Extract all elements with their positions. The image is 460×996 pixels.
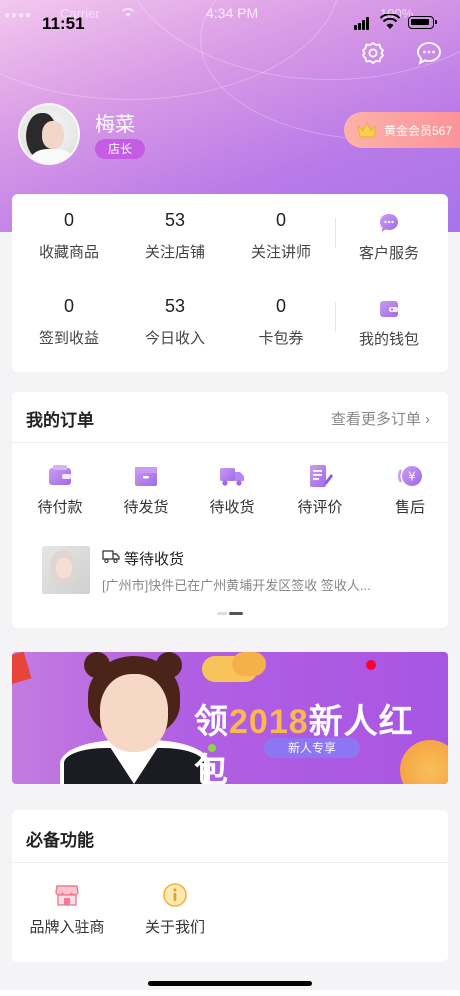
stat-label: 关注店铺 <box>144 244 205 261</box>
tracking-product-thumbnail[interactable] <box>42 546 90 594</box>
stat-label: 卡包券 <box>258 330 304 347</box>
tab-bar <box>0 990 460 996</box>
banner-headline-prefix: 领 <box>194 703 229 741</box>
stat-value: 0 <box>275 210 286 230</box>
order-pending-review[interactable]: 待评价 <box>280 462 360 517</box>
stat-today-income[interactable]: 53 今日收入 <box>120 296 230 348</box>
vip-badge[interactable]: 黄金会员567 <box>344 112 460 148</box>
dot-decoration <box>366 660 376 670</box>
stat-coupons[interactable]: 0 卡包券 <box>226 296 336 348</box>
status-bar: ●●●● Carrier 4:34 PM 100% 11:51 <box>0 0 460 44</box>
stat-label: 收藏商品 <box>38 244 99 261</box>
stat-label: 签到收益 <box>38 330 99 347</box>
wifi-icon <box>380 14 400 29</box>
message-bubble-icon[interactable] <box>416 40 442 66</box>
orders-card: 我的订单 查看更多订单 › 待付款 待发货 待收货 待评价 ¥ 售后 等待收货 … <box>12 392 448 628</box>
orders-title: 我的订单 <box>26 411 94 430</box>
promo-banner[interactable]: 领2018新人红包 新人专享 <box>12 652 448 784</box>
order-label: 待发货 <box>123 499 169 516</box>
wallet-icon <box>380 301 398 317</box>
customer-service-label: 客户服务 <box>358 245 419 262</box>
stat-followed-lecturers[interactable]: 0 关注讲师 <box>226 210 336 262</box>
signal-dots: ●●●● <box>4 10 33 21</box>
functions-card: 必备功能 品牌入驻商 关于我们 <box>12 810 448 962</box>
cellular-signal-icon <box>354 16 372 30</box>
new-user-exclusive-button[interactable]: 新人专享 <box>264 738 360 758</box>
settings-gear-icon[interactable] <box>360 40 386 66</box>
avatar[interactable] <box>18 103 80 165</box>
divider <box>12 862 448 863</box>
functions-title: 必备功能 <box>26 831 94 850</box>
order-pending-payment[interactable]: 待付款 <box>20 462 100 517</box>
status-time: 11:51 <box>42 14 85 33</box>
brand-merchant-button[interactable]: 品牌入驻商 <box>12 882 122 937</box>
my-wallet-button[interactable]: 我的钱包 <box>334 294 444 349</box>
stat-value: 0 <box>63 296 74 316</box>
user-name: 梅菜 <box>95 114 135 136</box>
order-after-sale[interactable]: ¥ 售后 <box>370 462 450 517</box>
view-more-orders-link[interactable]: 查看更多订单 › <box>331 408 430 429</box>
chat-icon <box>380 214 398 232</box>
divider <box>12 442 448 443</box>
stat-followed-shops[interactable]: 53 关注店铺 <box>120 210 230 262</box>
battery-icon <box>408 16 437 29</box>
chevron-right-icon: › <box>425 411 430 428</box>
order-label: 待收货 <box>209 499 255 516</box>
red-envelope-decoration <box>12 652 32 685</box>
stat-value: 0 <box>275 296 286 316</box>
user-role-badge: 店长 <box>95 139 145 159</box>
order-label: 待付款 <box>37 499 83 516</box>
banner-headline-year: 2018 <box>229 703 309 741</box>
vip-label: 黄金会员567 <box>384 123 453 138</box>
function-label: 关于我们 <box>144 919 205 936</box>
carousel-pager <box>217 605 245 623</box>
package-icon <box>135 467 157 486</box>
cloud-decoration <box>232 652 266 676</box>
stat-value: 53 <box>164 210 186 230</box>
order-label: 售后 <box>394 499 425 516</box>
after-sale-icon: ¥ <box>398 466 422 486</box>
home-indicator[interactable] <box>148 981 312 986</box>
overlay-time: 4:34 PM <box>206 5 259 21</box>
stats-card: 0 收藏商品 53 关注店铺 0 关注讲师 客户服务 0 签到收益 53 今日收… <box>12 194 448 372</box>
banner-model-face <box>100 674 168 752</box>
stat-label: 今日收入 <box>144 330 205 347</box>
crown-icon <box>357 121 377 138</box>
delivery-truck-icon <box>102 550 120 564</box>
function-label: 品牌入驻商 <box>29 919 105 936</box>
stat-label: 关注讲师 <box>250 244 311 261</box>
tracking-text[interactable]: [广州市]快件已在广州黄埔开发区签收 签收人... <box>102 575 402 594</box>
stat-value: 0 <box>63 210 74 230</box>
customer-service-button[interactable]: 客户服务 <box>334 208 444 263</box>
tracking-title: 等待收货 <box>124 551 185 568</box>
order-pending-shipment[interactable]: 待发货 <box>106 462 186 517</box>
review-icon <box>310 465 333 487</box>
stat-favorite-products[interactable]: 0 收藏商品 <box>14 210 124 262</box>
svg-text:¥: ¥ <box>408 470 416 484</box>
truck-icon <box>220 468 244 486</box>
stat-checkin-earnings[interactable]: 0 签到收益 <box>14 296 124 348</box>
about-us-button[interactable]: 关于我们 <box>120 882 230 937</box>
my-wallet-label: 我的钱包 <box>358 331 419 348</box>
wallet-icon <box>49 465 71 485</box>
info-icon <box>163 883 187 907</box>
view-more-orders-label: 查看更多订单 <box>330 411 421 428</box>
stat-value: 53 <box>164 296 186 316</box>
wifi-small-icon <box>121 8 135 17</box>
shop-icon <box>55 885 79 906</box>
order-pending-receipt[interactable]: 待收货 <box>192 462 272 517</box>
order-label: 待评价 <box>297 499 343 516</box>
